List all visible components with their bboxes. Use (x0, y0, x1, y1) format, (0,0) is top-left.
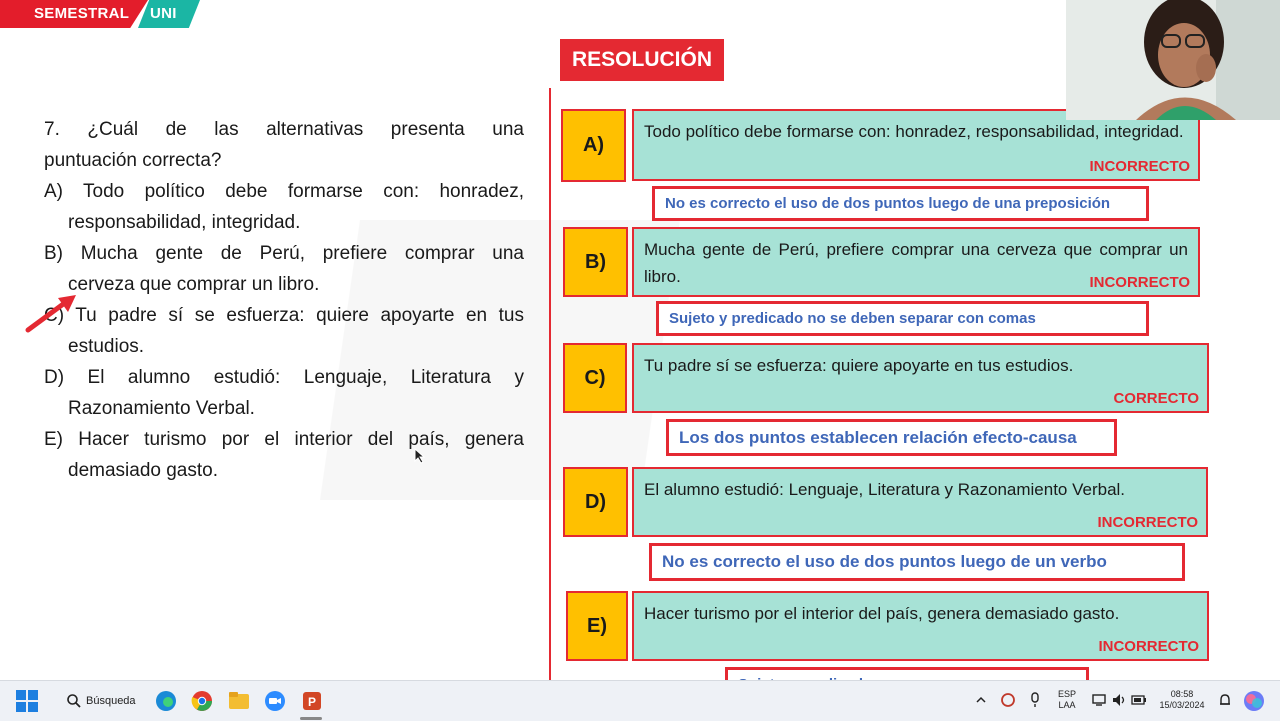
question-line: C) Tu padre sí se esfuerza: quiere apoya… (44, 305, 524, 326)
option-card-d: El alumno estudió: Lenguaje, Literatura … (632, 467, 1208, 537)
explanation-d: No es correcto el uso de dos puntos lueg… (649, 543, 1185, 581)
question-line: responsabilidad, integridad. (68, 212, 301, 233)
question-line: B) Mucha gente de Perú, prefiere comprar… (44, 243, 524, 264)
vertical-divider (549, 88, 551, 680)
option-letter-b: B) (563, 227, 628, 297)
question-line: demasiado gasto. (68, 460, 218, 481)
search-label: Búsqueda (86, 695, 136, 707)
option-text-e: Hacer turismo por el interior del país, … (644, 604, 1120, 623)
file-explorer-icon[interactable] (227, 689, 251, 713)
option-text-d: El alumno estudió: Lenguaje, Literatura … (644, 480, 1126, 499)
mouse-cursor-icon (414, 448, 426, 464)
webcam-video (1066, 0, 1280, 120)
verdict-a: INCORRECTO (1089, 158, 1190, 175)
banner-brand-right: UNI (150, 5, 177, 22)
option-letter-e: E) (566, 591, 628, 661)
language-code: ESP (1057, 689, 1076, 699)
verdict-d: INCORRECTO (1097, 514, 1198, 531)
question-line: cerveza que comprar un libro. (68, 274, 320, 295)
battery-icon[interactable] (1131, 693, 1147, 707)
zoom-icon[interactable] (263, 689, 287, 713)
option-letter-a: A) (561, 109, 626, 182)
question-line: puntuación correcta? (44, 150, 222, 171)
question-line: estudios. (68, 336, 145, 357)
verdict-c: CORRECTO (1113, 390, 1199, 407)
question-block: 7. ¿Cuál de las alternativas presenta un… (44, 114, 524, 486)
taskbar-search[interactable]: Búsqueda (54, 688, 142, 714)
edge-icon[interactable] (154, 689, 178, 713)
volume-icon[interactable] (1112, 693, 1126, 707)
search-icon (67, 694, 81, 708)
question-line: D) El alumno estudió: Lenguaje, Literatu… (44, 367, 524, 388)
chrome-icon[interactable] (190, 689, 214, 713)
explanation-a: No es correcto el uso de dos puntos lueg… (652, 186, 1149, 221)
microphone-icon[interactable] (1028, 692, 1042, 708)
copilot-icon[interactable] (1243, 690, 1265, 712)
taskbar: Búsqueda P ESP LAA 08:58 15/03/2024 (0, 680, 1280, 721)
option-letter-c: C) (563, 343, 627, 413)
banner-brand-left: SEMESTRAL (34, 5, 130, 22)
annotation-arrow-icon (25, 295, 76, 333)
question-line: 7. ¿Cuál de las alternativas presenta un… (44, 119, 524, 140)
notification-bell-icon[interactable] (1218, 693, 1232, 709)
option-card-b: Mucha gente de Perú, prefiere comprar un… (632, 227, 1200, 297)
option-text-c: Tu padre sí se esfuerza: quiere apoyarte… (644, 356, 1074, 375)
clock-date: 15/03/2024 (1159, 700, 1205, 710)
option-letter-d: D) (563, 467, 628, 537)
windows-start-icon[interactable] (16, 690, 38, 712)
option-text-a: Todo político debe formarse con: honrade… (644, 122, 1184, 141)
clock[interactable]: 08:58 15/03/2024 (1152, 689, 1212, 711)
resolution-title: RESOLUCIÓN (560, 39, 724, 81)
explanation-b: Sujeto y predicado no se deben separar c… (656, 301, 1149, 336)
sync-icon[interactable] (1000, 692, 1016, 708)
course-banner: SEMESTRAL UNI (0, 0, 200, 28)
question-line: A) Todo político debe formarse con: honr… (44, 181, 524, 202)
explanation-c: Los dos puntos establecen relación efect… (666, 419, 1117, 456)
verdict-e: INCORRECTO (1098, 638, 1199, 655)
verdict-b: INCORRECTO (1089, 274, 1190, 291)
clock-time: 08:58 (1170, 689, 1194, 699)
option-card-e: Hacer turismo por el interior del país, … (632, 591, 1209, 661)
language-indicator[interactable]: ESP LAA (1054, 689, 1080, 711)
network-icon[interactable] (1092, 693, 1106, 707)
question-line: Razonamiento Verbal. (68, 398, 255, 419)
keyboard-layout: LAA (1058, 700, 1076, 710)
powerpoint-icon[interactable]: P (300, 689, 324, 713)
question-line: E) Hacer turismo por el interior del paí… (44, 429, 524, 450)
svg-text:P: P (308, 695, 316, 709)
option-card-c: Tu padre sí se esfuerza: quiere apoyarte… (632, 343, 1209, 413)
chevron-up-icon[interactable] (975, 694, 987, 706)
